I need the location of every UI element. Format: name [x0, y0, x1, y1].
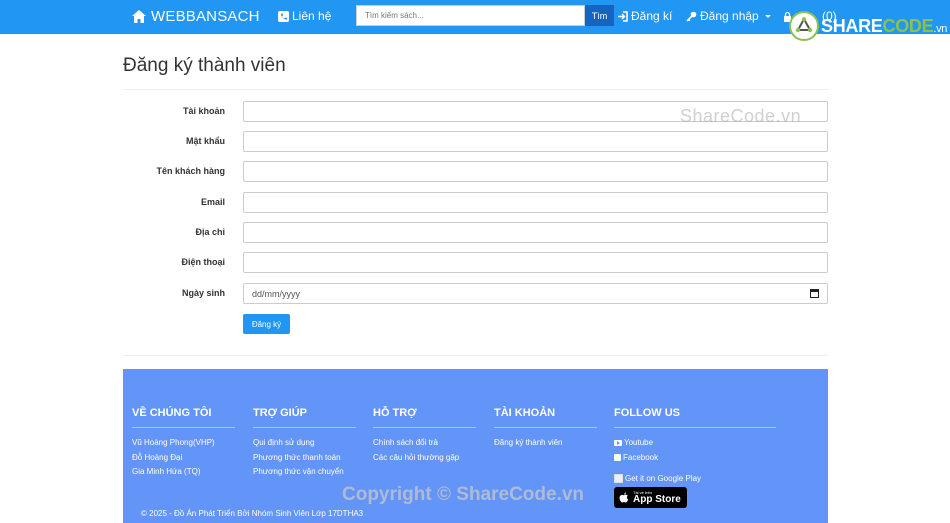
youtube-icon	[614, 440, 622, 447]
footer-heading: VỀ CHÚNG TÔI	[132, 407, 212, 419]
watermark: Copyright © ShareCode.vn	[342, 484, 585, 505]
footer-col-support: HỖ TRỢ Chính sách đổi trả Các câu hỏi th…	[373, 407, 476, 465]
footer-link-youtube[interactable]: Youtube	[614, 436, 776, 451]
username-label: Tài khoản	[182, 106, 225, 116]
customer-name-label: Tên khách hàng	[156, 166, 225, 176]
search-input[interactable]	[356, 5, 585, 26]
divider	[123, 89, 828, 90]
phone-input[interactable]	[243, 252, 828, 273]
phone-label: Điện thoại	[181, 257, 225, 267]
home-icon	[132, 10, 146, 23]
birthdate-value: dd/mm/yyyy	[252, 288, 301, 299]
phone-icon	[278, 10, 289, 22]
password-input[interactable]	[243, 131, 828, 152]
divider	[123, 355, 828, 356]
footer-col-about: VỀ CHÚNG TÔI Vũ Hoàng Phong(VHP) Đỗ Hoàn…	[132, 407, 235, 480]
apple-icon	[619, 491, 629, 503]
footer-heading-underline	[132, 427, 235, 428]
footer-col-follow: FOLLOW US Youtube Facebook	[614, 407, 776, 465]
footer-link[interactable]: Chính sách đổi trả	[373, 436, 476, 451]
form-row-email: Email	[123, 192, 828, 213]
address-input[interactable]	[243, 222, 828, 243]
email-label: Email	[200, 197, 225, 207]
sharecode-logo: SHARECODE.vn	[789, 8, 950, 44]
nav-contact[interactable]: Liên hệ	[278, 9, 331, 23]
form-row-customer-name: Tên khách hàng	[123, 161, 828, 182]
page-title: Đăng ký thành viên	[123, 55, 286, 76]
key-icon	[686, 11, 697, 22]
customer-name-input[interactable]	[243, 161, 828, 182]
footer-link[interactable]: Qui định sử dụng	[253, 436, 356, 451]
footer-heading: HỖ TRỢ	[373, 407, 417, 419]
footer-link[interactable]: Đăng ký thành viên	[494, 436, 597, 451]
brand-name: WEBBANSACH	[151, 8, 260, 25]
footer-col-help: TRỢ GIÚP Qui định sử dụng Phương thức th…	[253, 407, 356, 480]
sharecode-logo-icon	[789, 11, 819, 41]
footer-heading-underline	[494, 427, 597, 428]
footer-heading-underline	[253, 427, 356, 428]
nav-register[interactable]: Đăng kí	[617, 9, 672, 23]
register-submit-button[interactable]: Đăng ký	[243, 314, 290, 334]
form-row-birthdate: Ngày sinh dd/mm/yyyy	[123, 283, 828, 304]
footer-heading: TRỢ GIÚP	[253, 407, 307, 419]
footer-heading-underline	[614, 427, 776, 428]
email-input[interactable]	[243, 192, 828, 213]
facebook-icon	[614, 454, 621, 462]
app-store-badge[interactable]: Tải về trên App Store	[614, 487, 687, 508]
footer-heading-underline	[373, 427, 476, 428]
footer-link[interactable]: Vũ Hoàng Phong(VHP)	[132, 436, 235, 451]
watermark: ShareCode.vn	[680, 106, 802, 126]
form-row-phone: Điện thoại	[123, 252, 828, 273]
footer-heading: TÀI KHOẢN	[494, 407, 556, 419]
birthdate-label: Ngày sinh	[181, 288, 225, 298]
sign-in-icon	[618, 10, 628, 22]
footer-link[interactable]: Đỗ Hoàng Đại	[132, 451, 235, 466]
copyright-text: © 2025 - Đồ Án Phát Triển Bởi Nhóm Sinh …	[141, 509, 364, 518]
form-row-password: Mật khẩu	[123, 131, 828, 152]
google-play-badge[interactable]: Get it on Google Play	[614, 474, 701, 483]
chevron-down-icon	[764, 14, 771, 18]
form-row-address: Địa chỉ	[123, 222, 828, 243]
brand-link[interactable]: WEBBANSACH	[132, 8, 260, 25]
sharecode-logo-text: SHARECODE.vn	[821, 15, 948, 36]
search-button[interactable]: Tìm	[585, 5, 614, 26]
footer-link[interactable]: Gia Minh Hứa (TQ)	[132, 465, 235, 480]
footer-heading: FOLLOW US	[614, 407, 680, 419]
footer-link[interactable]: Phương thức vận chuyển	[253, 465, 356, 480]
footer-link[interactable]: Phương thức thanh toán	[253, 451, 356, 466]
birthdate-input[interactable]: dd/mm/yyyy	[243, 283, 828, 304]
footer-col-account: TÀI KHOẢN Đăng ký thành viên	[494, 407, 597, 451]
calendar-icon[interactable]	[810, 289, 819, 298]
password-label: Mật khẩu	[185, 136, 225, 146]
footer-link-facebook[interactable]: Facebook	[614, 451, 776, 466]
nav-login-dropdown[interactable]: Đăng nhập	[686, 9, 771, 23]
footer-link[interactable]: Các câu hỏi thường gặp	[373, 451, 476, 466]
broken-image-icon	[614, 474, 623, 483]
address-label: Địa chỉ	[195, 227, 225, 237]
